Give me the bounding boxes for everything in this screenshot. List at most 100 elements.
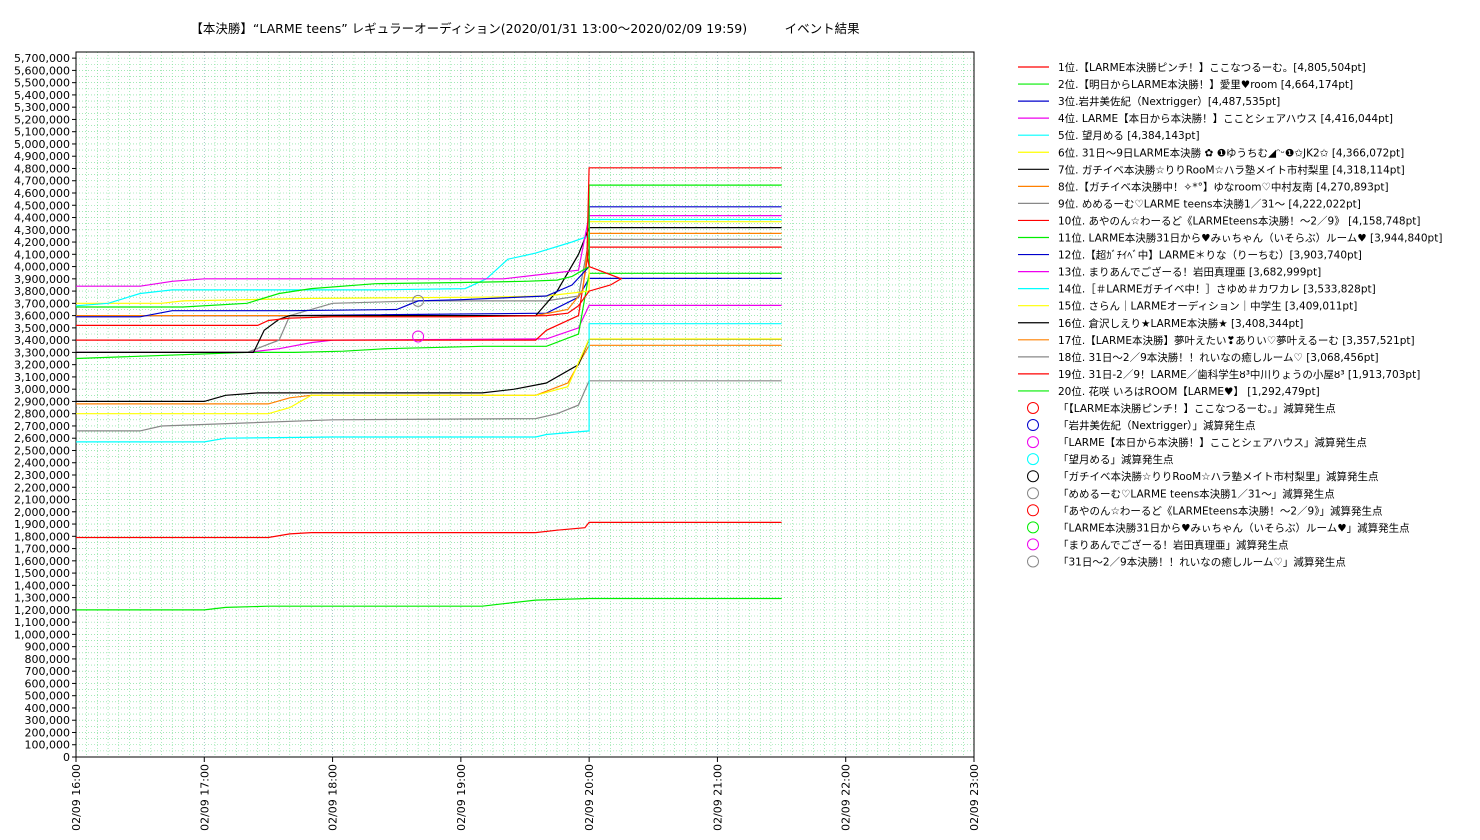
y-tick-label: 3,400,000 xyxy=(14,334,70,347)
legend-entry: 9位. めめるーむ♡LARME teens本決勝1／31〜 [4,222,022… xyxy=(1058,197,1361,210)
y-tick-label: 2,700,000 xyxy=(14,420,70,433)
y-tick-label: 1,100,000 xyxy=(14,616,70,629)
legend-marker xyxy=(1027,436,1039,449)
legend-marker xyxy=(1027,487,1039,500)
legend-marker xyxy=(1027,419,1039,432)
legend-marker-entry: 「LARME本決勝31日から♥みぃちゃん（いそらぶ）ルーム♥」減算発生点 xyxy=(1058,521,1410,534)
y-tick-label: 4,600,000 xyxy=(14,187,70,200)
series-line xyxy=(76,246,782,341)
legend-entry: 15位. さらん｜LARMEオーディション｜中学生 [3,409,011pt] xyxy=(1058,300,1357,313)
legend-entry: 7位. ガチイベ本決勝☆りりRooM☆ハラ塾メイト市村梨里 [4,318,114… xyxy=(1058,163,1405,176)
y-tick-label: 3,200,000 xyxy=(14,359,70,372)
legend-marker xyxy=(1027,402,1039,414)
y-tick-label: 2,100,000 xyxy=(14,494,70,507)
y-tick-label: 4,700,000 xyxy=(14,175,70,188)
legend-marker-entry: 「ガチイベ本決勝☆りりRooM☆ハラ塾メイト市村梨里」減算発生点 xyxy=(1058,470,1379,483)
y-tick-label: 4,100,000 xyxy=(14,248,70,261)
y-tick-label: 800,000 xyxy=(25,653,71,666)
legend-entry: 17位.【LARME本決勝】夢叶えたい❣ありい♡夢叶えるーむ [3,357,52… xyxy=(1058,334,1415,347)
y-tick-label: 5,000,000 xyxy=(14,138,70,151)
y-tick-label: 4,200,000 xyxy=(14,236,70,249)
legend-marker-entry: 「あやのん☆わーるど《LARMEteens本決勝！〜2／9》」減算発生点 xyxy=(1058,504,1382,517)
legend-entry: 20位. 花咲 いろはROOM【LARME♥】 [1,292,479pt] xyxy=(1058,385,1320,398)
y-tick-label: 3,700,000 xyxy=(14,297,70,310)
x-tick-label: 02/09 17:00 xyxy=(198,764,211,831)
y-tick-label: 5,200,000 xyxy=(14,113,70,126)
y-tick-label: 3,300,000 xyxy=(14,346,70,359)
legend-entry: 4位. LARME【本日から本決勝！】こことシェアハウス [4,416,044p… xyxy=(1058,112,1393,125)
x-tick-label: 02/09 18:00 xyxy=(327,764,340,831)
y-tick-label: 1,400,000 xyxy=(14,579,70,592)
y-tick-label: 3,600,000 xyxy=(14,310,70,323)
legend-entry: 16位. 倉沢しえり★LARME本決勝★ [3,408,344pt] xyxy=(1058,317,1303,330)
legend-entry: 2位.【明日からLARME本決勝！】愛里♥room [4,664,174pt] xyxy=(1058,78,1353,91)
legend-entry: 14位.［＃LARMEガチイベ中！］さゆめ＃カワカレ [3,533,828pt] xyxy=(1058,283,1376,296)
legend-entry: 3位.岩井美佐紀（Nextrigger）[4,487,535pt] xyxy=(1058,95,1280,108)
y-tick-label: 5,400,000 xyxy=(14,89,70,102)
y-tick-label: 200,000 xyxy=(25,726,71,739)
legend-marker xyxy=(1027,521,1039,534)
legend-entry: 12位.【超ｶﾞﾁｲﾍﾞ中】LARME＊りな（りーちむ）[3,903,740pt… xyxy=(1058,249,1362,262)
y-tick-label: 2,500,000 xyxy=(14,444,70,457)
y-tick-label: 500,000 xyxy=(25,690,71,703)
legend-marker xyxy=(1027,470,1039,483)
y-tick-label: 1,900,000 xyxy=(14,518,70,531)
legend-entry: 13位. まりあんでござーる！岩田真理亜 [3,682,999pt] xyxy=(1058,266,1321,279)
legend-marker xyxy=(1027,504,1039,517)
legend-entry: 18位. 31日〜2／9本決勝！！れいなの癒しルーム♡ [3,068,456pt… xyxy=(1058,351,1379,364)
chart-svg: 0100,000200,000300,000400,000500,000600,… xyxy=(14,51,1442,831)
y-tick-label: 300,000 xyxy=(25,714,71,727)
x-tick-label: 02/09 19:00 xyxy=(455,764,468,831)
legend-marker-entry: 「31日〜2／9本決勝！！れいなの癒しルーム♡」減算発生点 xyxy=(1058,555,1346,568)
y-tick-label: 5,700,000 xyxy=(14,52,70,65)
x-tick-label: 02/09 22:00 xyxy=(840,764,853,831)
legend-marker-entry: 「岩井美佐紀（Nextrigger）」減算発生点 xyxy=(1058,419,1256,432)
y-tick-label: 4,300,000 xyxy=(14,224,70,237)
legend-marker-entry: 「まりあんでござーる！岩田真理亜」減算発生点 xyxy=(1058,538,1288,551)
x-tick-label: 02/09 21:00 xyxy=(711,764,724,831)
legend-marker xyxy=(1027,453,1039,466)
x-axis: 02/09 16:00 02/09 17:00 02/09 18:00 02/09 1… xyxy=(70,757,981,831)
y-tick-label: 400,000 xyxy=(25,702,71,715)
legend-entry: 11位. LARME本決勝31日から♥みぃちゃん（いそらぶ）ルーム♥ [3,94… xyxy=(1058,232,1442,245)
y-tick-label: 5,300,000 xyxy=(14,101,70,114)
y-tick-label: 1,500,000 xyxy=(14,567,70,580)
y-tick-label: 2,400,000 xyxy=(14,457,70,470)
y-tick-label: 1,600,000 xyxy=(14,555,70,568)
y-tick-label: 2,000,000 xyxy=(14,506,70,519)
legend-entry: 19位. 31日-2／9！LARME／歯科学生ȣ³中川りょうの小屋ȣ³ [1,9… xyxy=(1058,368,1420,381)
y-tick-label: 4,900,000 xyxy=(14,150,70,163)
y-tick-label: 0 xyxy=(63,751,70,764)
legend-entry: 6位. 31日〜9日LARME本決勝 ✿ ❶ゆうちむ◢ᵔᵕ❶✩JK2✩ [4,3… xyxy=(1058,146,1404,159)
y-tick-label: 3,100,000 xyxy=(14,371,70,384)
legend-entry: 1位.【LARME本決勝ピンチ！】ここなつるーむ。[4,805,504pt] xyxy=(1058,61,1366,74)
y-tick-label: 3,000,000 xyxy=(14,383,70,396)
legend-marker-entry: 「めめるーむ♡LARME teens本決勝1／31〜」減算発生点 xyxy=(1058,487,1335,500)
y-tick-label: 3,500,000 xyxy=(14,322,70,335)
y-tick-label: 2,600,000 xyxy=(14,432,70,445)
y-tick-label: 4,000,000 xyxy=(14,261,70,274)
y-tick-label: 2,200,000 xyxy=(14,481,70,494)
y-tick-label: 4,400,000 xyxy=(14,212,70,225)
legend-entry: 8位.【ガチイベ本決勝中！✧*°】ゆなroom♡中村友南 [4,270,893p… xyxy=(1058,180,1389,193)
x-tick-label: 02/09 23:00 xyxy=(968,764,981,831)
legend: 1位.【LARME本決勝ピンチ！】ここなつるーむ。[4,805,504pt] 2位… xyxy=(1018,61,1442,568)
legend-marker-entry: 「望月める」減算発生点 xyxy=(1058,453,1174,466)
y-tick-label: 5,600,000 xyxy=(14,64,70,77)
y-tick-label: 700,000 xyxy=(25,665,71,678)
legend-marker-entry: 「LARME【本日から本決勝！】こことシェアハウス」減算発生点 xyxy=(1058,436,1367,449)
y-tick-label: 1,700,000 xyxy=(14,543,70,556)
y-tick-label: 1,300,000 xyxy=(14,592,70,605)
y-tick-label: 1,800,000 xyxy=(14,530,70,543)
y-tick-label: 2,300,000 xyxy=(14,469,70,482)
x-tick-label: 02/09 20:00 xyxy=(583,764,596,831)
legend-marker xyxy=(1027,555,1039,568)
y-tick-label: 4,800,000 xyxy=(14,162,70,175)
legend-entry: 5位. 望月める [4,384,143pt] xyxy=(1058,129,1200,142)
y-tick-label: 600,000 xyxy=(25,677,71,690)
legend-marker xyxy=(1027,538,1039,551)
y-tick-label: 1,200,000 xyxy=(14,604,70,617)
x-tick-label: 02/09 16:00 xyxy=(70,764,83,831)
legend-marker-entry: 「【LARME本決勝ピンチ！】ここなつるーむ。」減算発生点 xyxy=(1058,402,1336,415)
y-tick-label: 2,800,000 xyxy=(14,408,70,421)
